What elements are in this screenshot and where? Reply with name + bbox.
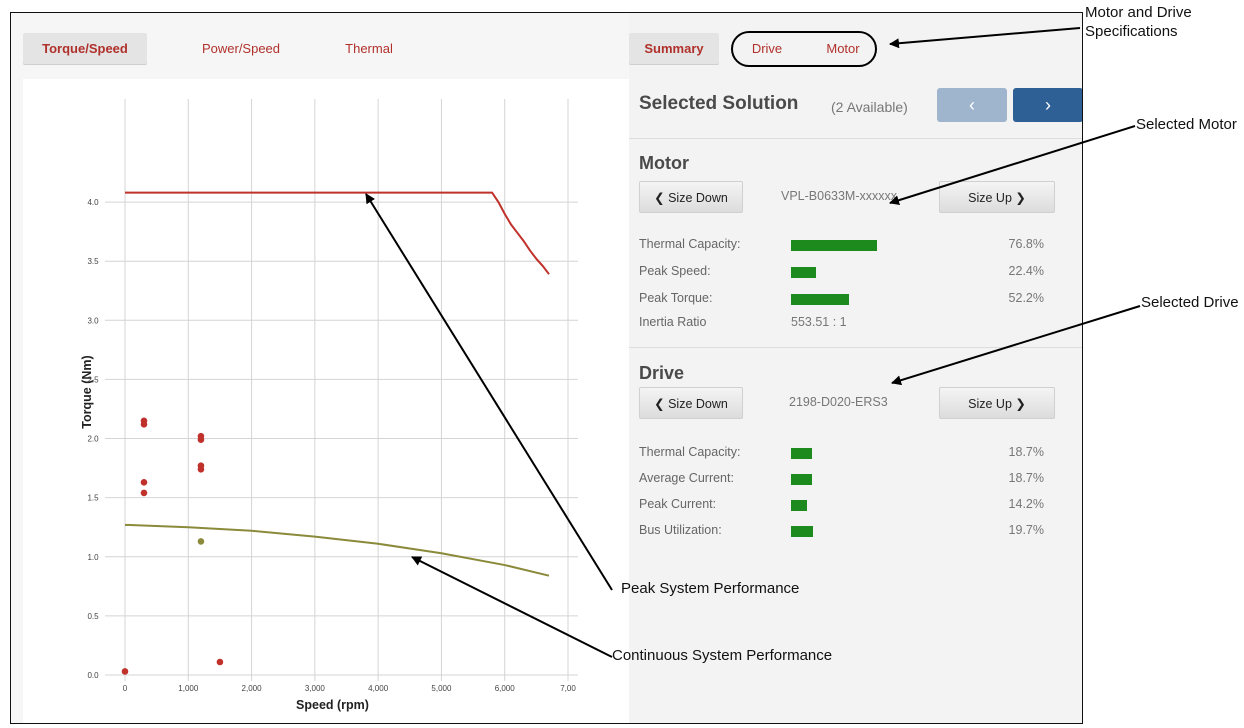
tab-torque-speed[interactable]: Torque/Speed — [23, 33, 147, 65]
y-tick-label: 0.0 — [87, 671, 99, 680]
data-point — [140, 421, 148, 428]
selected-solution-title: Selected Solution — [639, 93, 799, 114]
summary-panel: Summary Drive Motor Selected Solution (2… — [629, 13, 1082, 723]
x-tick-label: 2,000 — [242, 684, 263, 693]
y-tick-label: 2.0 — [87, 435, 99, 444]
chart-svg: 0 1,000 2,000 3,000 4,000 5,000 6,000 7,00 0.0 0.… — [80, 99, 578, 712]
inertia-ratio-label: Inertia Ratio — [639, 315, 707, 329]
app-window: Torque/Speed Power/Speed Thermal 0 1,000 2… — [10, 12, 1083, 724]
motor-stat-label: Thermal Capacity: — [639, 237, 741, 251]
chevron-right-icon: ❯ — [1011, 191, 1026, 205]
drive-stat-value: 18.7% — [1008, 445, 1044, 459]
annotation-continuous-performance: Continuous System Performance — [612, 647, 833, 664]
drive-stat-label: Bus Utilization: — [639, 523, 722, 537]
prev-solution-button[interactable]: ‹ — [937, 88, 1007, 122]
motor-size-down-button[interactable]: ❮ Size Down — [639, 181, 743, 213]
motor-size-up-button[interactable]: Size Up ❯ — [939, 181, 1055, 213]
tab-power-speed[interactable]: Power/Speed — [191, 33, 291, 65]
divider — [629, 347, 1082, 348]
drive-usage-bar — [791, 526, 813, 537]
x-tick-label: 6,000 — [495, 684, 516, 693]
motor-part-number: VPL-B0633M-xxxxxx — [781, 189, 898, 203]
next-solution-button[interactable]: › — [1013, 88, 1082, 122]
drive-usage-bar — [791, 448, 812, 459]
motor-header: Motor — [639, 153, 689, 173]
annotation-peak-performance: Peak System Performance — [621, 580, 800, 597]
x-axis-label: Speed (rpm) — [296, 698, 369, 712]
y-tick-label: 4.0 — [87, 198, 99, 207]
chevron-left-icon: ‹ — [969, 95, 975, 115]
chevron-left-icon: ❮ — [654, 397, 669, 411]
drive-stat-value: 19.7% — [1008, 523, 1044, 537]
drive-part-number: 2198-D020-ERS3 — [789, 395, 888, 409]
drive-size-up-button[interactable]: Size Up ❯ — [939, 387, 1055, 419]
x-tick-label: 4,000 — [368, 684, 389, 693]
tab-drive[interactable]: Drive — [739, 33, 795, 65]
y-tick-label: 1.0 — [87, 553, 99, 562]
drive-size-down-button[interactable]: ❮ Size Down — [639, 387, 743, 419]
data-point — [140, 489, 148, 497]
y-tick-label: 0.5 — [87, 612, 99, 621]
motor-usage-bar — [791, 294, 849, 305]
motor-usage-bar — [791, 267, 816, 278]
drive-stat-value: 18.7% — [1008, 471, 1044, 485]
chevron-right-icon: › — [1045, 95, 1051, 115]
motor-stat-label: Peak Torque: — [639, 291, 713, 305]
drive-stat-label: Average Current: — [639, 471, 734, 485]
x-tick-label: 3,000 — [305, 684, 326, 693]
motor-stat-label: Peak Speed: — [639, 264, 711, 278]
annotation-motor-drive-specs: Motor and Drive Specifications — [1085, 3, 1192, 41]
tab-thermal[interactable]: Thermal — [329, 33, 409, 65]
size-up-label: Size Up — [968, 397, 1012, 411]
inertia-ratio-value: 553.51 : 1 — [791, 315, 847, 329]
chart-panel: Torque/Speed Power/Speed Thermal 0 1,000 2… — [11, 13, 629, 723]
motor-stat-value: 52.2% — [1008, 291, 1044, 305]
y-tick-label: 1.5 — [87, 494, 99, 503]
divider — [629, 138, 1082, 139]
drive-stat-label: Thermal Capacity: — [639, 445, 741, 459]
x-tick-label: 0 — [123, 684, 128, 693]
annotation-line: Motor and Drive — [1085, 4, 1192, 21]
size-up-label: Size Up — [968, 191, 1012, 205]
data-point — [121, 668, 129, 675]
chevron-right-icon: ❯ — [1011, 397, 1026, 411]
available-count: (2 Available) — [831, 99, 908, 115]
data-point — [197, 465, 205, 473]
x-tick-label: 1,000 — [178, 684, 199, 693]
drive-usage-bar — [791, 500, 807, 511]
annotation-line: Specifications — [1085, 23, 1178, 40]
data-point — [216, 658, 224, 666]
annotation-selected-motor: Selected Motor — [1136, 116, 1237, 133]
x-tick-label: 7,00 — [560, 684, 576, 693]
motor-stat-value: 22.4% — [1008, 264, 1044, 278]
y-tick-label: 3.0 — [87, 316, 99, 325]
y-tick-label: 3.5 — [87, 257, 99, 266]
annotation-selected-drive: Selected Drive — [1141, 294, 1239, 311]
size-down-label: Size Down — [668, 191, 728, 205]
motor-stat-value: 76.8% — [1008, 237, 1044, 251]
y-axis-label: Torque (Nm) — [80, 355, 94, 428]
motor-usage-bar — [791, 240, 877, 251]
chevron-left-icon: ❮ — [654, 191, 669, 205]
x-tick-label: 5,000 — [431, 684, 452, 693]
drive-stat-value: 14.2% — [1008, 497, 1044, 511]
data-point — [197, 538, 205, 545]
size-down-label: Size Down — [668, 397, 728, 411]
drive-usage-bar — [791, 474, 812, 485]
drive-header: Drive — [639, 363, 685, 383]
tab-motor[interactable]: Motor — [815, 33, 871, 65]
torque-speed-chart: 0 1,000 2,000 3,000 4,000 5,000 6,000 7,00 0.0 0.… — [23, 79, 629, 723]
drive-stat-label: Peak Current: — [639, 497, 717, 511]
data-point — [140, 478, 148, 486]
tab-summary[interactable]: Summary — [629, 33, 719, 65]
data-point — [197, 436, 205, 444]
